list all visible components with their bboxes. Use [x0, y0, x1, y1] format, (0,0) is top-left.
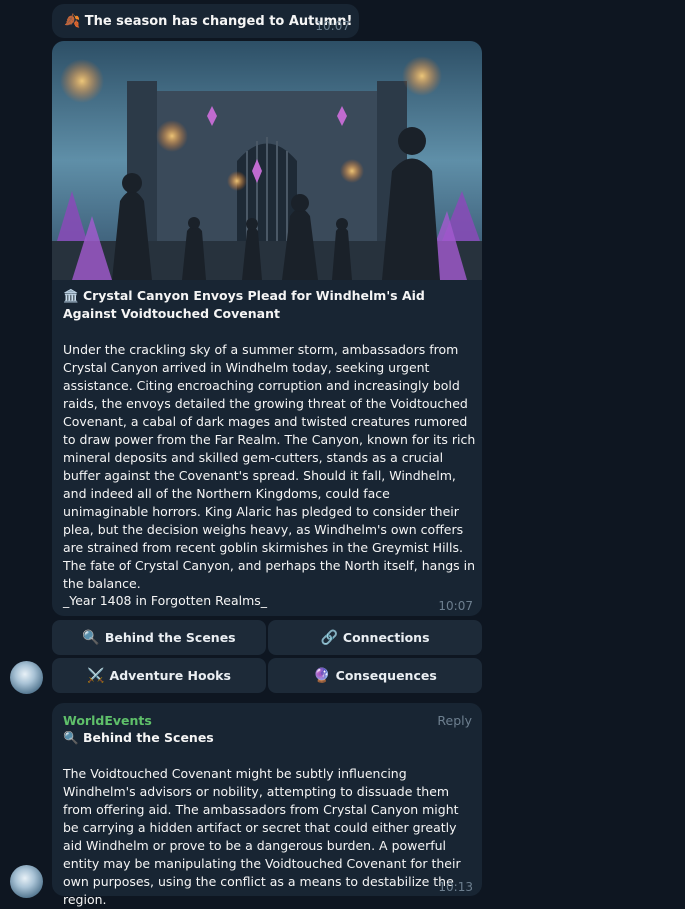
- button-label: Behind the Scenes: [104, 630, 236, 645]
- season-change-message: 🍂 The season has changed to Autumn! 10:0…: [52, 4, 359, 38]
- bot-avatar[interactable]: [10, 865, 43, 898]
- post-footer: _Year 1408 in Forgotten Realms_: [63, 593, 268, 608]
- crossed-swords-icon: ⚔️: [87, 667, 105, 684]
- button-label: Consequences: [335, 668, 437, 683]
- reply-button[interactable]: Reply: [437, 713, 472, 728]
- consequences-button[interactable]: 🔮 Consequences: [268, 658, 482, 693]
- reply-heading: 🔍 Behind the Scenes: [63, 730, 214, 746]
- season-change-text: The season has changed to Autumn!: [84, 14, 353, 29]
- magnifier-icon: 🔍: [82, 629, 100, 646]
- post-time: 10:07: [438, 599, 473, 613]
- post-title: 🏛️ Crystal Canyon Envoys Plead for Windh…: [63, 287, 473, 323]
- crystal-ball-icon: 🔮: [313, 667, 331, 684]
- reply-heading-text: Behind the Scenes: [82, 730, 214, 745]
- leaf-icon: 🍂: [64, 14, 81, 29]
- sender-name[interactable]: WorldEvents: [63, 713, 152, 728]
- bot-avatar[interactable]: [10, 661, 43, 694]
- reply-message: WorldEvents Reply 🔍 Behind the Scenes Th…: [52, 703, 482, 907]
- behind-the-scenes-button[interactable]: 🔍 Behind the Scenes: [52, 620, 266, 655]
- post-title-text: Crystal Canyon Envoys Plead for Windhelm…: [63, 288, 425, 321]
- reply-time: 10:13: [438, 880, 473, 894]
- button-label: Adventure Hooks: [109, 668, 231, 683]
- adventure-hooks-button[interactable]: ⚔️ Adventure Hooks: [52, 658, 266, 693]
- fortress-gate-envoys-image[interactable]: [52, 41, 482, 280]
- message-time: 10:07: [315, 19, 350, 33]
- connections-button[interactable]: 🔗 Connections: [268, 620, 482, 655]
- news-post: 🏛️ Crystal Canyon Envoys Plead for Windh…: [52, 41, 482, 616]
- post-body: Under the crackling sky of a summer stor…: [63, 342, 476, 591]
- link-icon: 🔗: [320, 629, 338, 646]
- reply-body: The Voidtouched Covenant might be subtly…: [63, 766, 461, 907]
- classical-building-icon: 🏛️: [63, 288, 79, 303]
- magnifier-icon: 🔍: [63, 730, 79, 745]
- button-label: Connections: [342, 630, 430, 645]
